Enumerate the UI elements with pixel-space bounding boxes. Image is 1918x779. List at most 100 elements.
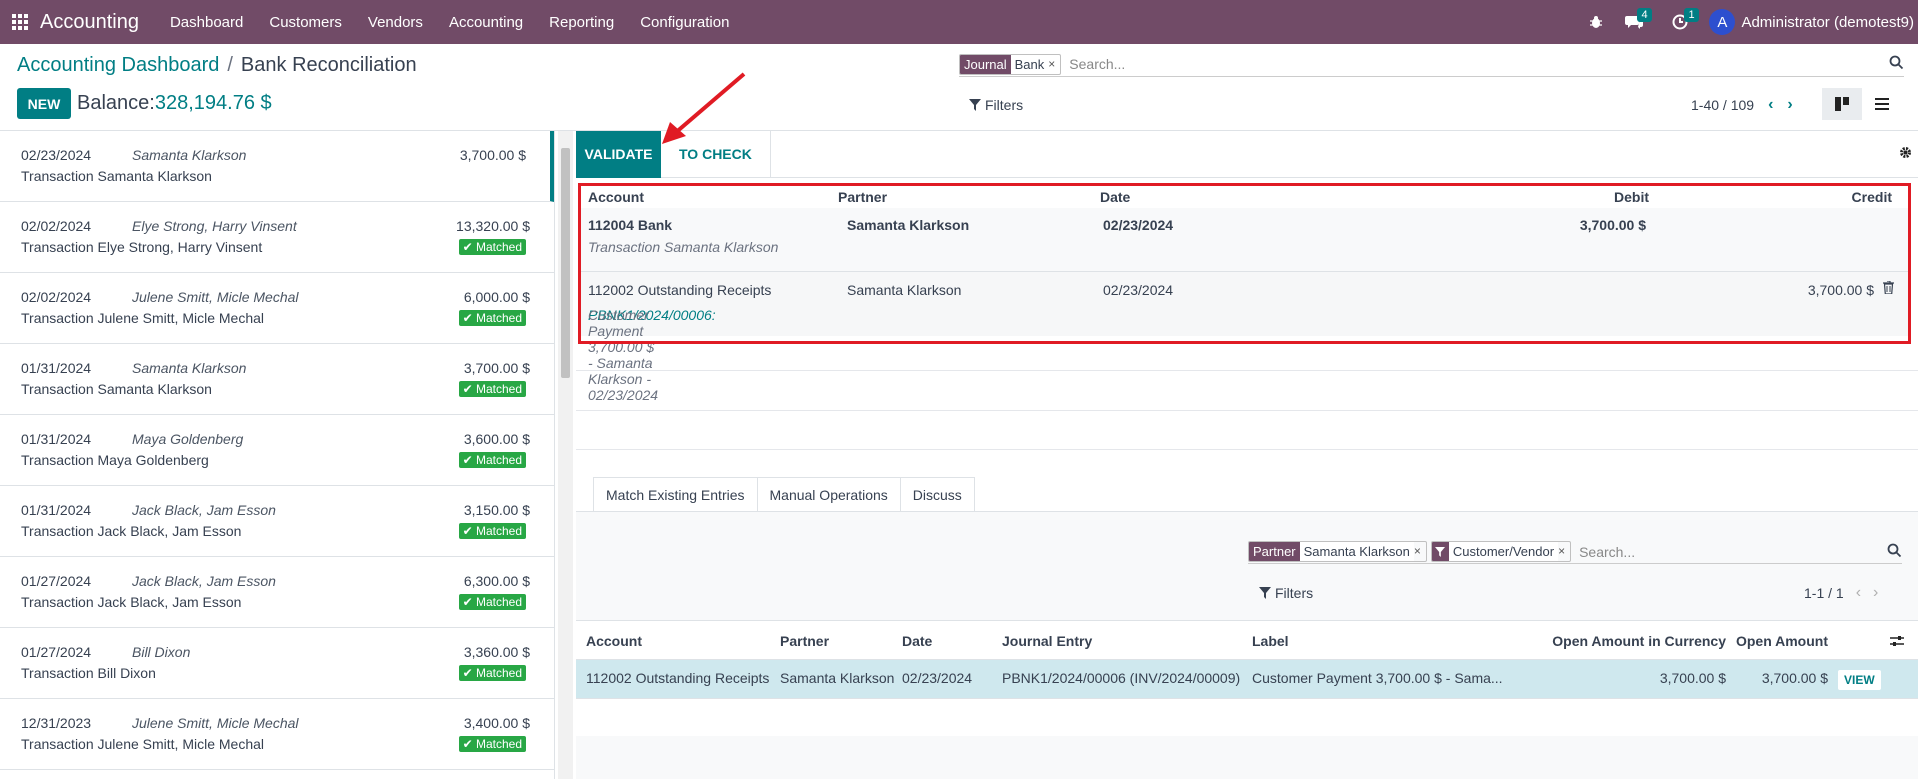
transaction-partner: Maya Goldenberg [132,431,244,447]
menu-customers[interactable]: Customers [256,0,355,44]
cell-journal-entry: PBNK1/2024/00006 (INV/2024/00009) [1002,670,1241,686]
user-menu[interactable]: A Administrator (demotest9) [1709,9,1914,35]
col-open-amount[interactable]: Open Amount [1736,633,1828,649]
menu-reporting[interactable]: Reporting [536,0,627,44]
partner-facet: Partner Samanta Klarkson × [1248,541,1427,562]
facet-filter-value: Customer/Vendor [1448,542,1559,561]
check-icon: ✔ [462,311,476,325]
matched-label: Matched [475,666,522,680]
facet-remove-icon[interactable]: × [1558,542,1570,561]
col-account[interactable]: Account [586,633,642,649]
transaction-label: Transaction Jack Black, Jam Esson [21,523,242,539]
menu-vendors[interactable]: Vendors [355,0,436,44]
list-item[interactable]: 01/31/2024 Maya Goldenberg 3,600.00 $ Tr… [0,415,554,486]
balance-label: Balance: [77,92,155,114]
activities-badge: 1 [1684,8,1699,22]
app-brand[interactable]: Accounting [40,11,139,34]
cell-open-amount: 3,700.00 $ [1761,670,1828,686]
tab-manual-operations[interactable]: Manual Operations [756,477,901,511]
transaction-date: 01/31/2024 [21,431,92,447]
transaction-date: 02/02/2024 [21,289,92,305]
match-search-bar[interactable]: Partner Samanta Klarkson × Customer/Vend… [1248,540,1902,564]
pager-previous-icon[interactable]: ‹ [1768,96,1773,114]
list-item[interactable]: 12/31/2023 Julene Smitt, Micle Mechal 3,… [0,699,554,770]
transaction-label: Transaction Julene Smitt, Micle Mechal [21,736,265,752]
match-search-input[interactable]: Search... [1575,544,1902,560]
matched-label: Matched [475,240,522,254]
transaction-date: 01/27/2024 [21,644,92,660]
pager-next-icon[interactable]: › [1787,96,1792,114]
transaction-partner: Julene Smitt, Micle Mechal [132,715,299,731]
matched-badge: ✔ Matched [458,665,526,681]
messages-icon[interactable]: 4 [1625,8,1652,30]
activities-clock-icon[interactable]: 1 [1672,8,1699,30]
kanban-view-button[interactable] [1822,88,1862,120]
list-view-button[interactable] [1862,88,1902,120]
cell-account: 112002 Outstanding Receipts [586,670,770,686]
validate-button[interactable]: VALIDATE [576,130,661,178]
list-item[interactable]: 01/31/2024 Samanta Klarkson 3,700.00 $ T… [0,344,554,415]
menu-configuration[interactable]: Configuration [627,0,742,44]
pager-previous-icon[interactable]: ‹ [1856,584,1861,602]
journal-facet: Journal Bank × [959,53,1062,75]
apps-menu-button[interactable] [0,0,40,44]
avatar: A [1709,9,1736,35]
transaction-label: Transaction Bill Dixon [21,665,156,681]
col-label[interactable]: Label [1252,633,1289,649]
new-button[interactable]: NEW [17,88,71,119]
bug-icon[interactable] [1589,15,1603,29]
transaction-label: Transaction Maya Goldenberg [21,452,209,468]
search-input[interactable]: Search... [1065,56,1904,72]
column-settings-icon[interactable] [1890,634,1904,650]
view-button[interactable]: VIEW [1838,670,1881,690]
facet-remove-icon[interactable]: × [1048,55,1060,74]
search-bar[interactable]: Journal Bank × Search... [959,52,1904,77]
kanban-icon [1835,97,1849,111]
list-item[interactable]: 01/27/2024 Jack Black, Jam Esson 6,300.0… [0,557,554,628]
menu-accounting[interactable]: Accounting [436,0,536,44]
matched-label: Matched [475,524,522,538]
transactions-list: 02/23/2024 Samanta Klarkson 3,700.00 $ T… [0,131,555,779]
tab-match-existing-entries[interactable]: Match Existing Entries [593,477,758,511]
reconciliation-panel: VALIDATE TO CHECK Account Partner Date D… [576,130,1918,779]
matched-label: Matched [475,382,522,396]
pager-value[interactable]: 1-40 / 109 [1691,97,1754,113]
tab-discuss[interactable]: Discuss [899,477,975,511]
search-icon[interactable] [1889,55,1904,73]
pager-value[interactable]: 1-1 / 1 [1804,585,1844,601]
filters-label: Filters [1275,585,1314,601]
scrollbar-thumb[interactable] [561,148,570,378]
matched-badge: ✔ Matched [458,381,526,397]
gear-icon[interactable] [1899,146,1912,162]
apps-grid-icon [12,14,28,30]
matched-label: Matched [475,453,522,467]
filters-toggle[interactable]: Filters [969,97,1023,113]
list-item[interactable]: 01/31/2024 Jack Black, Jam Esson 3,150.0… [0,486,554,557]
col-journal-entry[interactable]: Journal Entry [1002,633,1092,649]
pager-next-icon[interactable]: › [1873,584,1878,602]
facet-partner-value: Samanta Klarkson [1299,542,1414,561]
col-date[interactable]: Date [902,633,932,649]
menu-dashboard[interactable]: Dashboard [157,0,256,44]
table-row[interactable]: 112002 Outstanding Receipts Samanta Klar… [576,660,1918,698]
facet-remove-icon[interactable]: × [1414,542,1426,561]
transaction-date: 02/02/2024 [21,218,92,234]
list-item[interactable]: 02/02/2024 Julene Smitt, Micle Mechal 6,… [0,273,554,344]
search-icon[interactable] [1887,543,1902,561]
transaction-partner: Bill Dixon [132,644,191,660]
breadcrumb-accounting-dashboard[interactable]: Accounting Dashboard [17,54,219,76]
list-item[interactable]: 01/27/2024 Bill Dixon 3,360.00 $ Transac… [0,628,554,699]
view-switcher [1822,88,1902,120]
list-item[interactable]: 02/23/2024 Samanta Klarkson 3,700.00 $ T… [0,131,554,202]
empty-row [576,698,1918,736]
list-scrollbar[interactable] [558,131,573,779]
col-partner[interactable]: Partner [780,633,829,649]
col-open-amount-currency[interactable]: Open Amount in Currency [1552,633,1726,649]
transaction-amount: 13,320.00 $ [456,218,530,234]
match-filters-toggle[interactable]: Filters [1259,585,1313,601]
transaction-amount: 3,600.00 $ [463,431,530,447]
list-item[interactable]: 02/02/2024 Elye Strong, Harry Vinsent 13… [0,202,554,273]
matched-badge: ✔ Matched [458,452,526,468]
top-navbar: Accounting Dashboard Customers Vendors A… [0,0,1918,44]
transaction-label: Transaction Samanta Klarkson [21,381,212,397]
